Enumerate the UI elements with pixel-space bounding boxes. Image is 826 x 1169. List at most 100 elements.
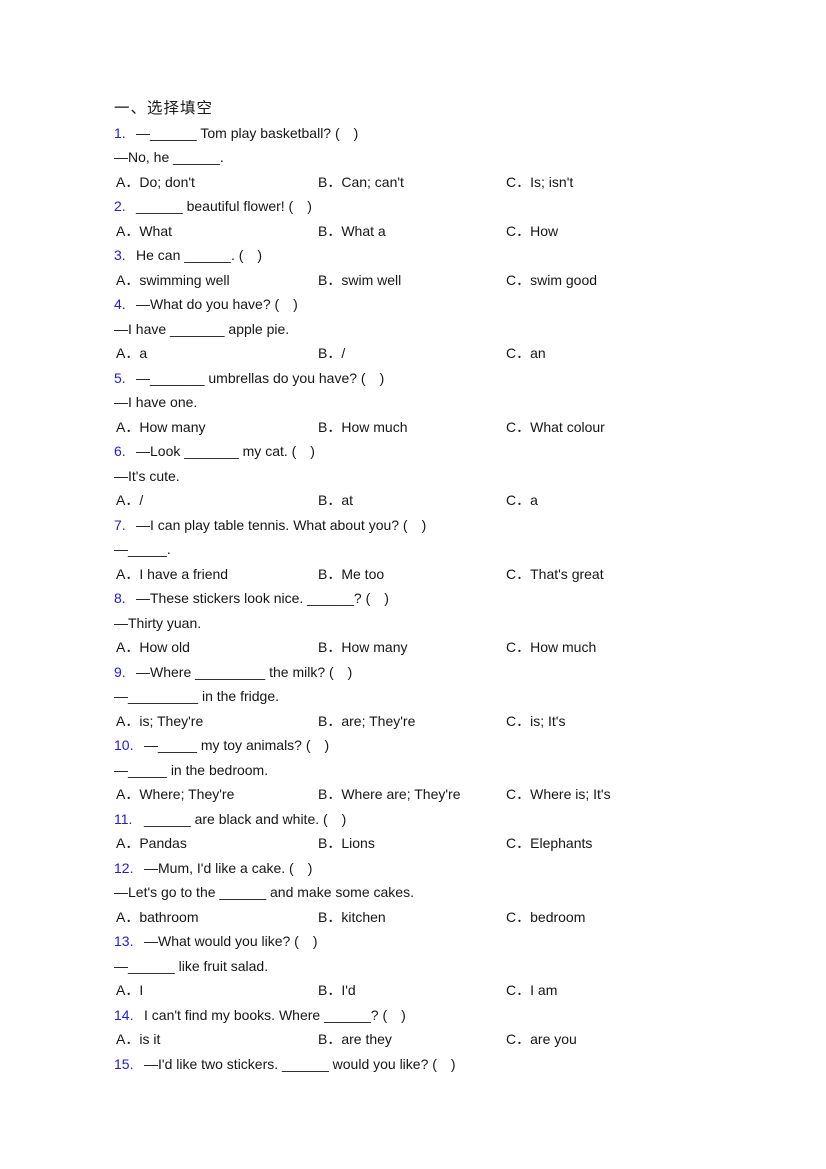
option-b[interactable]: B．How much	[318, 415, 407, 440]
option-c[interactable]: C．bedroom	[506, 905, 585, 930]
option-text: Where are; They're	[341, 786, 461, 802]
option-letter: B．	[318, 639, 342, 655]
option-text: That's great	[530, 565, 604, 582]
option-c[interactable]: C．How	[506, 219, 558, 244]
option-b[interactable]: B．I'd	[318, 978, 356, 1003]
option-text: is it	[139, 1031, 161, 1047]
option-letter: B．	[318, 1031, 342, 1047]
option-letter: A．	[116, 639, 140, 655]
option-letter: B．	[318, 565, 342, 582]
option-text: are you	[530, 1031, 577, 1047]
option-text: What a	[341, 222, 386, 239]
option-c[interactable]: C．I am	[506, 978, 557, 1003]
option-b[interactable]: B．swim well	[318, 268, 401, 293]
option-letter: B．	[318, 908, 342, 925]
question-number: 13.	[114, 933, 134, 949]
option-text: kitchen	[341, 908, 386, 925]
option-letter: C．	[506, 565, 531, 582]
option-c[interactable]: C．Elephants	[506, 831, 592, 856]
option-c[interactable]: C．What colour	[506, 415, 605, 440]
option-a[interactable]: A．How many	[116, 415, 205, 440]
question-stem-text: —These stickers look nice. ______? ( )	[136, 590, 389, 606]
option-a[interactable]: A．Do; don't	[116, 170, 195, 195]
question-stem: 3. He can ______. ( )	[114, 243, 814, 268]
question-stem: 2. ______ beautiful flower! ( )	[114, 194, 814, 219]
option-text: How much	[341, 418, 408, 435]
question-block: 3. He can ______. ( ) A．swimming well B．swi…	[114, 243, 814, 292]
question-number: 11.	[114, 810, 133, 827]
option-a[interactable]: A．Pandas	[116, 831, 187, 856]
option-a[interactable]: A．What	[116, 219, 172, 244]
option-a[interactable]: A．is it	[116, 1027, 160, 1052]
option-letter: B．	[318, 345, 342, 361]
section-heading: 一、选择填空	[114, 99, 214, 117]
option-b[interactable]: B．What a	[318, 219, 386, 244]
question-stem: 9. —Where _________ the milk? ( )	[114, 660, 814, 685]
question-stem-text: He can ______. ( )	[136, 247, 263, 263]
option-text: is; They're	[139, 712, 204, 729]
question-block: 12. —Mum, I'd like a cake. ( ) —Let's go t…	[114, 856, 814, 930]
option-c[interactable]: C．a	[506, 488, 538, 513]
option-row: A．How old B．How many C．How much	[114, 635, 814, 660]
question-continuation: —It's cute.	[114, 467, 180, 484]
question-stem: 6. —Look _______ my cat. ( )	[114, 439, 814, 464]
question-stem-text: —_____ my toy animals? ( )	[144, 737, 330, 753]
option-b[interactable]: B．are; They're	[318, 709, 415, 734]
question-block: 8. —These stickers look nice. ______? ( )…	[114, 586, 814, 660]
question-number: 12.	[114, 859, 134, 876]
option-a[interactable]: A．Where; They're	[116, 782, 234, 807]
option-text: I'd	[341, 982, 356, 998]
question-continuation: —I have one.	[114, 394, 198, 410]
option-c[interactable]: C．are you	[506, 1027, 577, 1052]
option-text: What colour	[530, 418, 605, 435]
option-b[interactable]: B．Lions	[318, 831, 375, 856]
option-c[interactable]: C．is; It's	[506, 709, 565, 734]
question-block: 14. I can't find my books. Where ______? …	[114, 1003, 814, 1052]
option-b[interactable]: B．/	[318, 341, 345, 366]
option-text: Where is; It's	[530, 786, 611, 802]
question-stem-text: I can't find my books. Where ______? ( )	[144, 1006, 406, 1023]
document-page: 一、选择填空 1. —______ Tom play basketball? ( …	[0, 0, 826, 1169]
option-c[interactable]: C．Is; isn't	[506, 170, 573, 195]
question-block: 10. —_____ my toy animals? ( ) —_____ in t…	[114, 733, 814, 807]
option-a[interactable]: A．I	[116, 978, 143, 1003]
question-block: 7. —I can play table tennis. What about y…	[114, 513, 814, 587]
option-a[interactable]: A．bathroom	[116, 905, 199, 930]
option-c[interactable]: C．That's great	[506, 562, 604, 587]
question-list: 1. —______ Tom play basketball? ( ) —No, h…	[114, 121, 814, 1077]
option-a[interactable]: A．I have a friend	[116, 562, 228, 587]
question-stem-text: —_______ umbrellas do you have? ( )	[136, 369, 385, 386]
question-stem: 7. —I can play table tennis. What about y…	[114, 513, 814, 538]
option-text: Pandas	[139, 835, 187, 851]
option-b[interactable]: B．are they	[318, 1027, 392, 1052]
option-letter: A．	[116, 345, 140, 361]
option-a[interactable]: A．is; They're	[116, 709, 203, 734]
question-stem: 10. —_____ my toy animals? ( )	[114, 733, 814, 758]
option-text: is; It's	[530, 712, 566, 729]
option-c[interactable]: C．How much	[506, 635, 596, 660]
option-a[interactable]: A．swimming well	[116, 268, 230, 293]
option-b[interactable]: B．Me too	[318, 562, 384, 587]
question-block: 2. ______ beautiful flower! ( ) A．What B．Wh…	[114, 194, 814, 243]
option-c[interactable]: C．an	[506, 341, 546, 366]
question-continuation: —I have _______ apple pie.	[114, 320, 290, 337]
option-b[interactable]: B．Can; can't	[318, 170, 404, 195]
option-a[interactable]: A．/	[116, 488, 143, 513]
option-text: bathroom	[139, 908, 199, 925]
option-letter: A．	[116, 173, 140, 190]
option-b[interactable]: B．Where are; They're	[318, 782, 460, 807]
question-number: 6.	[114, 443, 126, 459]
question-stem: 8. —These stickers look nice. ______? ( )	[114, 586, 814, 611]
option-b[interactable]: B．at	[318, 488, 353, 513]
option-c[interactable]: C．Where is; It's	[506, 782, 611, 807]
question-number: 15.	[114, 1055, 134, 1072]
option-c[interactable]: C．swim good	[506, 268, 597, 293]
option-b[interactable]: B．kitchen	[318, 905, 386, 930]
option-b[interactable]: B．How many	[318, 635, 407, 660]
question-number: 5.	[114, 369, 126, 386]
option-letter: B．	[318, 271, 342, 288]
option-text: at	[341, 492, 354, 508]
option-a[interactable]: A．How old	[116, 635, 190, 660]
question-number: 9.	[114, 663, 126, 680]
option-a[interactable]: A．a	[116, 341, 147, 366]
